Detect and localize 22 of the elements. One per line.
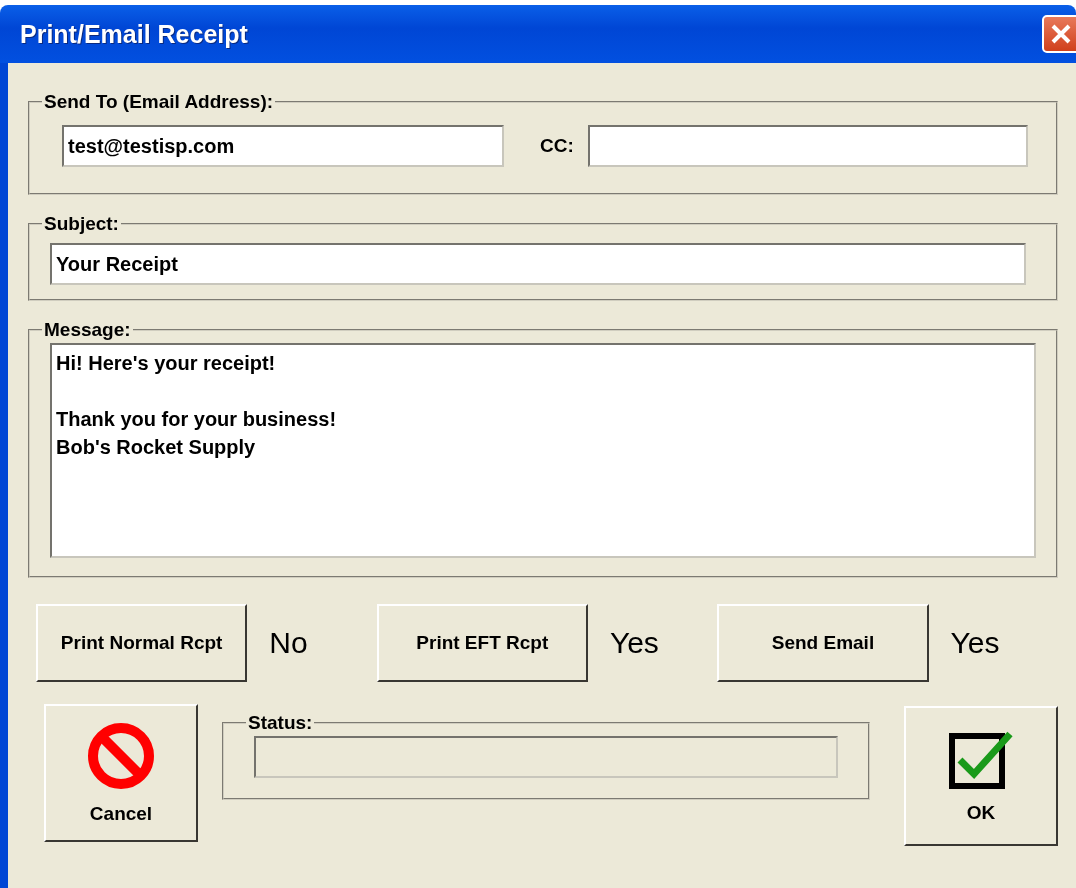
action-result: Yes — [608, 626, 660, 660]
action-button[interactable]: Send Email — [717, 604, 929, 682]
action-button[interactable]: Print EFT Rcpt — [376, 604, 588, 682]
message-field[interactable]: Hi! Here's your receipt! Thank you for your business! Bob's Rocket Supply — [50, 343, 1036, 558]
group-label: Subject: — [43, 213, 120, 235]
field-label: CC: — [540, 135, 574, 157]
action-result: No — [268, 626, 309, 660]
cc-field[interactable] — [587, 125, 1028, 167]
prohibited-icon — [86, 721, 156, 791]
group-label: Send To (Email Address): — [43, 91, 275, 113]
status-field[interactable] — [254, 736, 838, 778]
window-title: Print/Email Receipt — [20, 19, 248, 49]
group-label: Status: — [247, 712, 314, 734]
action-button[interactable]: Print Normal Rcpt — [36, 604, 248, 682]
subject-field[interactable]: Your Receipt — [50, 243, 1026, 285]
cancel-button[interactable]: Cancel — [44, 704, 198, 842]
ok-button[interactable]: OK — [904, 706, 1058, 846]
close-icon — [1050, 23, 1072, 45]
group-label: Message: — [43, 319, 132, 341]
email-field[interactable]: test@testisp.com — [62, 125, 504, 167]
action-result: Yes — [949, 626, 1001, 660]
close-button[interactable] — [1042, 15, 1076, 53]
